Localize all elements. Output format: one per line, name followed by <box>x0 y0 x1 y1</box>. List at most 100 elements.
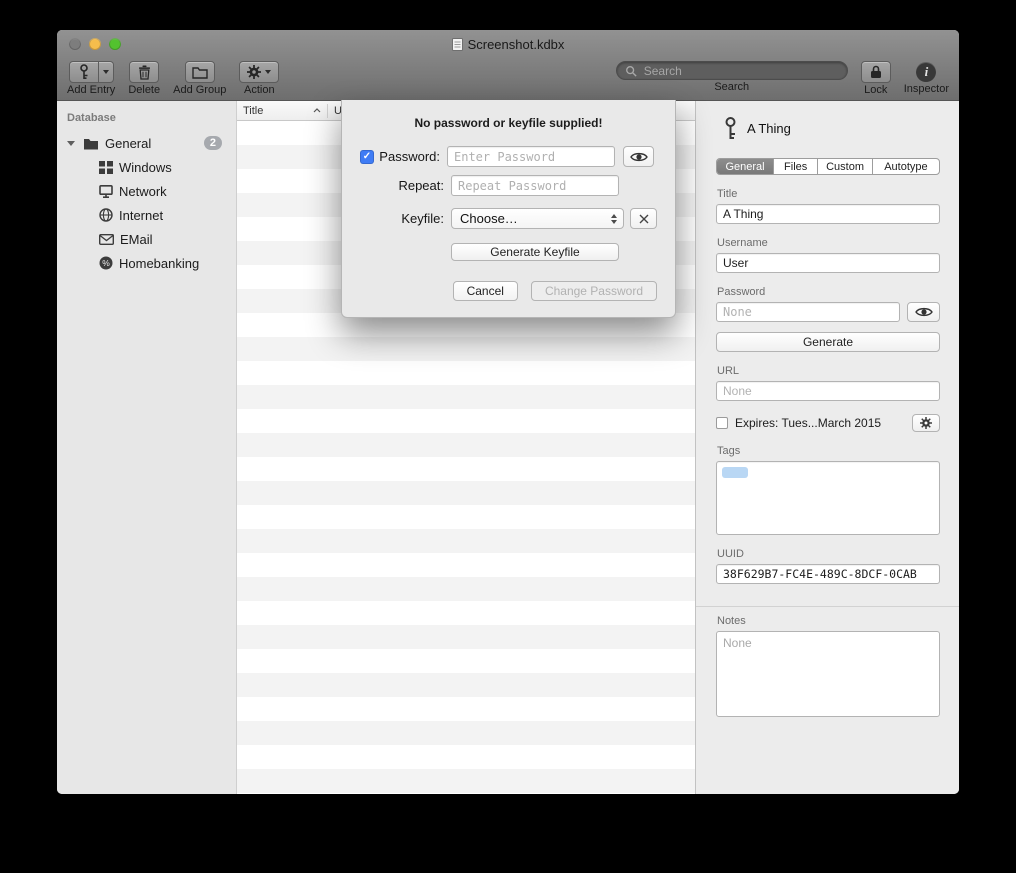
add-group-label: Add Group <box>173 85 226 96</box>
sidebar-item-windows[interactable]: Windows <box>57 155 236 179</box>
title-field-label: Title <box>717 188 940 200</box>
username-field[interactable] <box>716 253 940 273</box>
checkmark-icon: ✓ <box>363 151 371 162</box>
tags-field[interactable] <box>716 461 940 535</box>
zoom-button[interactable] <box>109 38 121 50</box>
column-title-label: Title <box>243 105 263 117</box>
sheet-message: No password or keyfile supplied! <box>360 116 657 130</box>
repeat-row: Repeat: <box>360 175 657 196</box>
expires-label: Expires: Tues...March 2015 <box>735 416 905 430</box>
inspector-label: Inspector <box>904 84 949 95</box>
password-row <box>716 302 940 322</box>
search-field <box>616 61 848 80</box>
url-field[interactable] <box>716 381 940 401</box>
sidebar-item-homebanking[interactable]: % Homebanking <box>57 251 236 275</box>
action-label: Action <box>244 85 275 96</box>
entry-title: A Thing <box>747 121 791 136</box>
title-field[interactable] <box>716 204 940 224</box>
reveal-password-button[interactable] <box>907 302 940 322</box>
password-input[interactable] <box>447 146 615 167</box>
column-header-username[interactable]: U <box>328 105 342 117</box>
change-password-sheet: No password or keyfile supplied! ✓ Passw… <box>341 100 676 318</box>
chevron-down-icon <box>103 70 109 74</box>
sidebar-item-internet[interactable]: Internet <box>57 203 236 227</box>
generate-password-button[interactable]: Generate <box>716 332 940 352</box>
app-window: Screenshot.kdbx <box>57 30 959 794</box>
lock-button[interactable] <box>861 61 891 83</box>
envelope-icon <box>99 234 114 245</box>
search-input[interactable] <box>642 63 839 79</box>
sidebar-item-label: General <box>105 136 151 151</box>
key-icon <box>724 117 737 140</box>
expires-checkbox[interactable] <box>716 417 728 429</box>
toolbar-item-add-entry: Add Entry <box>67 61 115 96</box>
add-entry-label: Add Entry <box>67 85 115 96</box>
disclosure-triangle-icon[interactable] <box>67 141 75 146</box>
document-icon <box>452 38 463 51</box>
trash-icon <box>138 65 151 80</box>
window-chrome: Screenshot.kdbx <box>57 30 959 101</box>
monitor-icon <box>99 185 113 198</box>
delete-button[interactable] <box>129 61 159 83</box>
generate-keyfile-button[interactable]: Generate Keyfile <box>451 243 619 261</box>
folder-icon <box>192 66 208 79</box>
toolbar-item-action: Action <box>239 61 279 96</box>
password-label: Password: <box>378 149 440 164</box>
sidebar-item-label: Windows <box>119 160 172 175</box>
password-checkbox[interactable]: ✓ <box>360 150 374 164</box>
tab-autotype[interactable]: Autotype <box>873 159 939 174</box>
column-header-title[interactable]: Title <box>237 105 327 117</box>
inspector-divider <box>696 606 959 607</box>
sidebar-item-label: Network <box>119 184 167 199</box>
password-row: ✓ Password: <box>360 146 657 167</box>
delete-label: Delete <box>128 85 160 96</box>
tab-general[interactable]: General <box>717 159 774 174</box>
sort-ascending-icon <box>313 108 321 113</box>
padlock-icon <box>870 65 882 79</box>
minimize-button[interactable] <box>89 38 101 50</box>
change-password-button[interactable]: Change Password <box>531 281 657 301</box>
reveal-password-button[interactable] <box>623 146 654 167</box>
expires-options-button[interactable] <box>912 414 940 432</box>
inspector-toggle-button[interactable]: i <box>916 62 936 82</box>
window-title: Screenshot.kdbx <box>468 37 565 52</box>
percent-coin-icon: % <box>99 256 113 270</box>
sidebar-item-network[interactable]: Network <box>57 179 236 203</box>
gear-icon <box>920 417 932 429</box>
tab-custom[interactable]: Custom <box>818 159 872 174</box>
keyfile-popup[interactable]: Choose… <box>451 208 624 229</box>
sidebar-item-general[interactable]: General 2 <box>57 131 236 155</box>
password-field[interactable] <box>716 302 900 322</box>
add-entry-dropdown[interactable] <box>99 61 114 83</box>
search-icon <box>625 65 637 77</box>
popup-stepper-icon <box>611 214 617 224</box>
add-entry-main[interactable] <box>69 61 99 83</box>
sidebar-header: Database <box>57 107 236 131</box>
close-button[interactable] <box>69 38 81 50</box>
tag-token[interactable] <box>722 467 748 478</box>
sidebar: Database General 2 Windows <box>57 101 237 794</box>
cancel-button[interactable]: Cancel <box>453 281 518 301</box>
add-group-button[interactable] <box>185 61 215 83</box>
uuid-field[interactable] <box>716 564 940 584</box>
repeat-input[interactable] <box>451 175 619 196</box>
notes-field[interactable] <box>716 631 940 717</box>
toolbar-item-delete: Delete <box>128 61 160 96</box>
tab-files[interactable]: Files <box>774 159 818 174</box>
add-entry-button[interactable] <box>69 61 114 83</box>
toolbar-item-search: Search <box>616 61 848 93</box>
keyfile-popup-value: Choose… <box>460 211 518 226</box>
clear-keyfile-button[interactable] <box>630 208 657 229</box>
sidebar-item-label: Internet <box>119 208 163 223</box>
sidebar-item-email[interactable]: EMail <box>57 227 236 251</box>
info-icon: i <box>925 64 929 80</box>
toolbar-item-lock: Lock <box>861 61 891 96</box>
tags-label: Tags <box>717 445 940 457</box>
password-field-label: Password <box>717 286 940 298</box>
action-button[interactable] <box>239 61 279 83</box>
lock-label: Lock <box>864 85 887 96</box>
notes-label: Notes <box>717 615 940 627</box>
svg-text:%: % <box>102 258 110 268</box>
toolbar-item-add-group: Add Group <box>173 61 226 96</box>
sheet-actions: Cancel Change Password <box>360 281 657 301</box>
